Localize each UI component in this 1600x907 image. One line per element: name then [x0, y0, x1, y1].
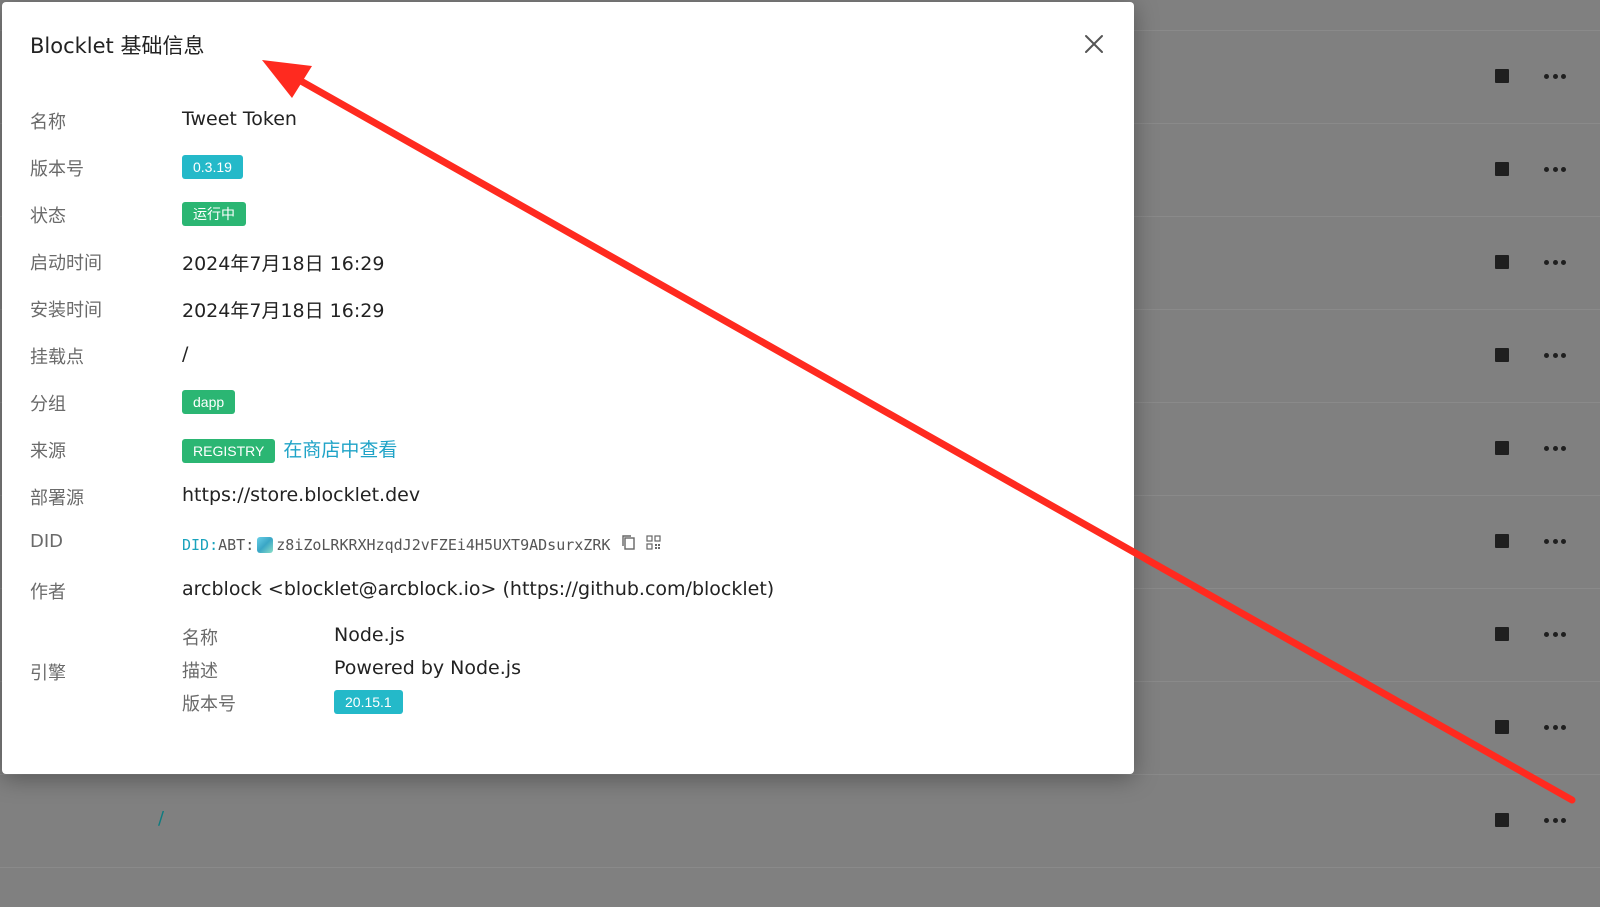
group-badge: dapp — [182, 390, 236, 414]
more-icon[interactable] — [1544, 259, 1566, 265]
view-in-store-link[interactable]: 在商店中查看 — [283, 439, 397, 461]
copy-icon[interactable] — [620, 534, 636, 555]
name-label: 名称 — [30, 112, 66, 133]
status-label: 状态 — [30, 206, 66, 227]
more-icon[interactable] — [1544, 73, 1566, 79]
name-value: Tweet Token — [182, 108, 297, 130]
more-icon[interactable] — [1544, 166, 1566, 172]
engine-description-label: 描述 — [182, 661, 218, 682]
qrcode-icon[interactable] — [646, 535, 661, 554]
source-badge: REGISTRY — [182, 439, 276, 463]
stop-icon[interactable] — [1495, 69, 1509, 83]
status-badge: 运行中 — [182, 202, 246, 226]
deploy-source-label: 部署源 — [30, 488, 84, 509]
stop-icon[interactable] — [1495, 720, 1509, 734]
did-label: DID — [30, 531, 64, 552]
more-icon[interactable] — [1544, 352, 1566, 358]
list-row — [0, 775, 1600, 868]
stop-icon[interactable] — [1495, 534, 1509, 548]
did-avatar-icon — [257, 536, 274, 553]
group-field: dapp — [182, 390, 236, 414]
more-icon[interactable] — [1544, 817, 1566, 823]
row-mount-point: / — [158, 808, 165, 829]
stop-icon[interactable] — [1495, 441, 1509, 455]
source-label: 来源 — [30, 441, 66, 462]
deploy-source-value: https://store.blocklet.dev — [182, 484, 421, 506]
version-field: 0.3.19 — [182, 155, 243, 179]
installed-at-label: 安装时间 — [30, 300, 102, 321]
engine-version-field: 20.15.1 — [334, 690, 403, 714]
close-icon — [1085, 35, 1103, 53]
stop-icon[interactable] — [1495, 255, 1509, 269]
engine-version-badge: 20.15.1 — [334, 690, 403, 714]
author-value: arcblock <blocklet@arcblock.io> (https:/… — [182, 578, 775, 600]
started-at-value: 2024年7月18日 16:29 — [182, 253, 385, 275]
close-button[interactable] — [1082, 32, 1106, 56]
engine-name-value: Node.js — [334, 624, 405, 646]
more-icon[interactable] — [1544, 445, 1566, 451]
did-field: DID: ABT: z8iZoLRKRXHzqdJ2vFZEi4H5UXT9ADsu… — [182, 534, 661, 555]
more-icon[interactable] — [1544, 538, 1566, 544]
engine-label: 引擎 — [30, 663, 66, 684]
engine-description-value: Powered by Node.js — [334, 657, 521, 679]
installed-at-value: 2024年7月18日 16:29 — [182, 300, 385, 322]
dialog-title: Blocklet 基础信息 — [30, 34, 205, 58]
did-type: ABT: — [218, 535, 255, 554]
author-label: 作者 — [30, 582, 66, 603]
stop-icon[interactable] — [1495, 627, 1509, 641]
stop-icon[interactable] — [1495, 348, 1509, 362]
mount-point-label: 挂载点 — [30, 347, 84, 368]
status-field: 运行中 — [182, 202, 246, 226]
group-label: 分组 — [30, 394, 66, 415]
did-prefix: DID: — [182, 535, 219, 554]
stop-icon[interactable] — [1495, 162, 1509, 176]
engine-name-label: 名称 — [182, 628, 218, 649]
stop-icon[interactable] — [1495, 813, 1509, 827]
did-value: z8iZoLRKRXHzqdJ2vFZEi4H5UXT9ADsurxZRK — [276, 535, 611, 554]
more-icon[interactable] — [1544, 631, 1566, 637]
started-at-label: 启动时间 — [30, 253, 102, 274]
version-label: 版本号 — [30, 159, 84, 180]
mount-point-value: / — [182, 343, 189, 365]
version-badge: 0.3.19 — [182, 155, 243, 179]
blocklet-info-dialog: Blocklet 基础信息 名称 Tweet Token 版本号 0.3.19 … — [2, 2, 1134, 774]
engine-version-label: 版本号 — [182, 694, 236, 715]
source-field: REGISTRY 在商店中查看 — [182, 435, 397, 463]
more-icon[interactable] — [1544, 724, 1566, 730]
